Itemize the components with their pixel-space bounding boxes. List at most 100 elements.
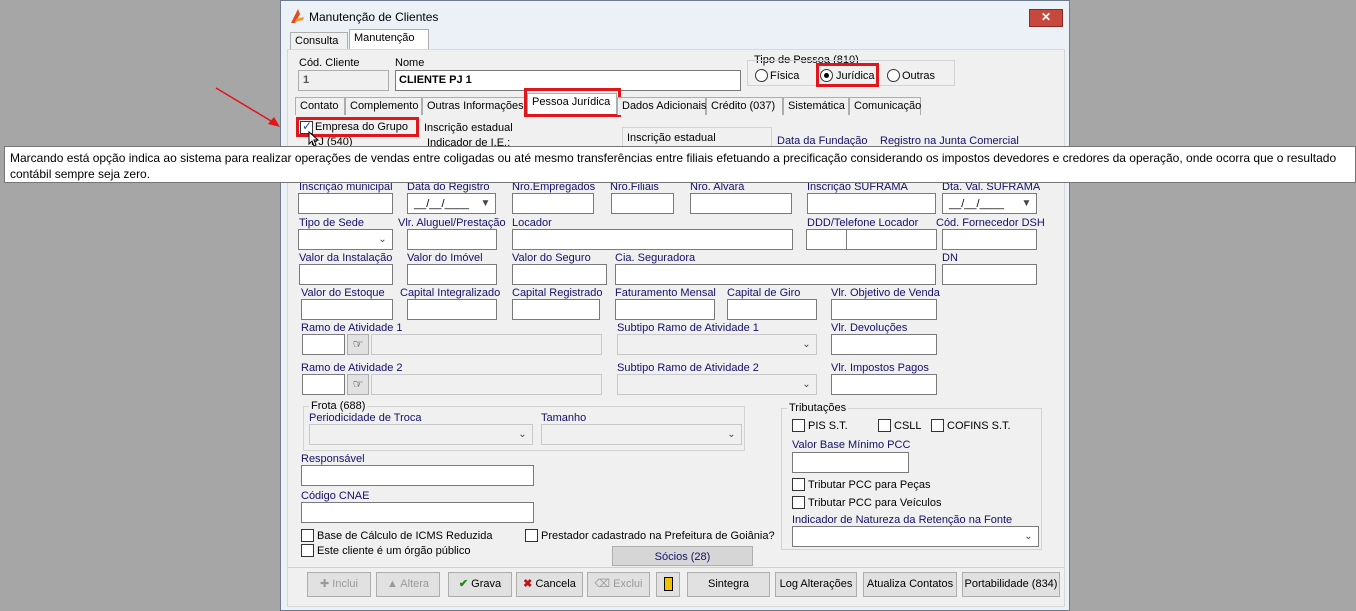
- grava-button[interactable]: ✔ Grava: [448, 572, 512, 597]
- ramo-atividade-2-lookup-button[interactable]: ☞: [347, 374, 369, 395]
- chevron-down-icon[interactable]: ▼: [1018, 195, 1035, 212]
- close-button[interactable]: ✕: [1029, 9, 1063, 27]
- tab-sistematica[interactable]: Sistemática: [783, 97, 849, 115]
- tipo-sede-label: Tipo de Sede: [299, 217, 365, 229]
- orgao-publico-checkbox[interactable]: [301, 544, 314, 557]
- chevron-down-icon[interactable]: ⌄: [723, 426, 740, 443]
- radio-fisica[interactable]: [755, 69, 768, 82]
- cancela-button[interactable]: ✖ Cancela: [516, 572, 583, 597]
- capital-registrado-field[interactable]: [512, 299, 600, 320]
- altera-button[interactable]: ▲ Altera: [376, 572, 440, 597]
- nro-empregados-field[interactable]: [512, 193, 594, 214]
- vlr-devolucoes-field[interactable]: [831, 334, 937, 355]
- socios-button[interactable]: Sócios (28): [612, 546, 753, 566]
- valor-estoque-field[interactable]: [301, 299, 393, 320]
- chevron-down-icon[interactable]: ⌄: [798, 376, 815, 393]
- exclui-button[interactable]: ⌫ Exclui: [587, 572, 650, 597]
- cod-fornecedor-dsh-field[interactable]: [942, 229, 1037, 250]
- tributar-pcc-veiculos-checkbox[interactable]: [792, 496, 805, 509]
- door-button[interactable]: [656, 572, 680, 597]
- tab-dados-adicionais[interactable]: Dados Adicionais: [617, 97, 706, 115]
- periodicidade-troca-select[interactable]: ⌄: [309, 424, 533, 445]
- pis-st-checkbox[interactable]: [792, 419, 805, 432]
- telefone-locador-field[interactable]: [846, 229, 937, 250]
- valor-base-pcc-label: Valor Base Mínimo PCC: [792, 439, 911, 451]
- tab-contato[interactable]: Contato: [295, 97, 345, 115]
- dta-val-suframa-picker[interactable]: __/__/____ ▼: [942, 193, 1037, 214]
- cod-cliente-field[interactable]: 1: [298, 70, 389, 91]
- atualiza-contatos-button[interactable]: Atualiza Contatos: [863, 572, 957, 597]
- tributar-pcc-pecas-checkbox[interactable]: [792, 478, 805, 491]
- dn-field[interactable]: [942, 264, 1037, 285]
- app-logo-icon: [291, 9, 304, 23]
- subtipo-ramo-2-label: Subtipo Ramo de Atividade 2: [617, 362, 759, 374]
- tributar-pcc-pecas-label: Tributar PCC para Peças: [808, 479, 931, 491]
- chevron-down-icon[interactable]: ▼: [477, 195, 494, 212]
- tab-comunicacao[interactable]: Comunicação: [849, 97, 921, 115]
- ramo-atividade-2-code[interactable]: [302, 374, 345, 395]
- vlr-impostos-pagos-label: Vlr. Impostos Pagos: [831, 362, 929, 374]
- prestador-goiania-checkbox[interactable]: [525, 529, 538, 542]
- valor-base-pcc-field[interactable]: [792, 452, 909, 473]
- chevron-down-icon[interactable]: ⌄: [514, 426, 531, 443]
- cofins-st-checkbox[interactable]: [931, 419, 944, 432]
- inclui-button[interactable]: ✚ Inclui: [307, 572, 371, 597]
- radio-outras-label: Outras: [902, 70, 936, 82]
- codigo-cnae-label: Código CNAE: [301, 490, 370, 502]
- valor-imovel-label: Valor do Imóvel: [407, 252, 483, 264]
- base-icms-reduzida-label: Base de Cálculo de ICMS Reduzida: [317, 530, 493, 542]
- inscricao-suframa-field[interactable]: [807, 193, 936, 214]
- cia-seguradora-label: Cia. Seguradora: [615, 252, 696, 264]
- ramo-atividade-1-description: [371, 334, 602, 355]
- inscricao-municipal-field[interactable]: [298, 193, 393, 214]
- indicador-natureza-select[interactable]: ⌄: [792, 526, 1039, 547]
- valor-instalacao-field[interactable]: [299, 264, 393, 285]
- ddd-locador-field[interactable]: [806, 229, 847, 250]
- exit-door-icon: [663, 577, 673, 592]
- cod-cliente-label: Cód. Cliente: [299, 57, 360, 69]
- capital-integralizado-label: Capital Integralizado: [400, 287, 501, 299]
- cia-seguradora-field[interactable]: [615, 264, 936, 285]
- tipo-sede-select[interactable]: ⌄: [298, 229, 393, 250]
- tab-complemento[interactable]: Complemento: [345, 97, 422, 115]
- ramo-atividade-1-code[interactable]: [302, 334, 345, 355]
- ramo-atividade-1-lookup-button[interactable]: ☞: [347, 334, 369, 355]
- valor-seguro-field[interactable]: [512, 264, 607, 285]
- codigo-cnae-field[interactable]: [301, 502, 534, 523]
- tab-consulta[interactable]: Consulta: [290, 32, 348, 50]
- plus-icon: ✚: [320, 578, 333, 590]
- csll-checkbox[interactable]: [878, 419, 891, 432]
- responsavel-field[interactable]: [301, 465, 534, 486]
- tab-outras-informacoes[interactable]: Outras Informações: [422, 97, 526, 115]
- subtipo-ramo-1-select[interactable]: ⌄: [617, 334, 817, 355]
- capital-integralizado-field[interactable]: [407, 299, 497, 320]
- nro-filiais-field[interactable]: [611, 193, 674, 214]
- valor-imovel-field[interactable]: [407, 264, 497, 285]
- radio-outras[interactable]: [887, 69, 900, 82]
- vlr-aluguel-label: Vlr. Aluguel/Prestação: [398, 217, 506, 229]
- chevron-down-icon[interactable]: ⌄: [798, 336, 815, 353]
- vlr-objetivo-venda-field[interactable]: [831, 299, 937, 320]
- log-alteracoes-button[interactable]: Log Alterações: [775, 572, 857, 597]
- tamanho-select[interactable]: ⌄: [541, 424, 742, 445]
- tab-credito[interactable]: Crédito (037): [706, 97, 783, 115]
- data-registro-picker[interactable]: __/__/____ ▼: [407, 193, 496, 214]
- vlr-impostos-pagos-field[interactable]: [831, 374, 937, 395]
- nro-alvara-field[interactable]: [690, 193, 792, 214]
- highlight-pessoa-juridica-tab: [524, 88, 621, 117]
- subtipo-ramo-2-select[interactable]: ⌄: [617, 374, 817, 395]
- chevron-down-icon[interactable]: ⌄: [374, 231, 391, 248]
- tab-manutencao[interactable]: Manutenção: [349, 29, 429, 50]
- portabilidade-button[interactable]: Portabilidade (834): [962, 572, 1060, 597]
- inscricao-estadual-label-2: Inscrição estadual: [627, 132, 716, 144]
- cofins-st-label: COFINS S.T.: [947, 420, 1011, 432]
- annotation-arrow: [215, 87, 280, 127]
- base-icms-reduzida-checkbox[interactable]: [301, 529, 314, 542]
- locador-field[interactable]: [512, 229, 793, 250]
- capital-giro-field[interactable]: [727, 299, 817, 320]
- chevron-down-icon[interactable]: ⌄: [1020, 528, 1037, 545]
- sintegra-button[interactable]: Sintegra: [687, 572, 770, 597]
- vlr-aluguel-field[interactable]: [407, 229, 497, 250]
- faturamento-mensal-field[interactable]: [615, 299, 715, 320]
- indicador-natureza-label: Indicador de Natureza da Retenção na Fon…: [792, 514, 1013, 526]
